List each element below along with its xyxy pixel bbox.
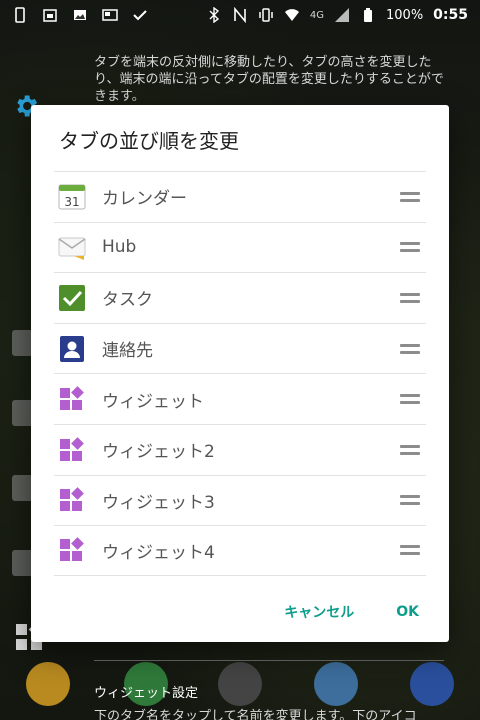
calendar-icon-text: 31	[64, 195, 79, 209]
drag-handle-icon[interactable]	[400, 191, 420, 202]
tasks-check-icon	[59, 284, 85, 311]
list-item[interactable]: タスク	[54, 272, 426, 323]
battery-percent: 100%	[386, 7, 424, 23]
nfc-icon	[234, 7, 246, 23]
bluetooth-icon	[209, 7, 219, 23]
contacts-icon	[60, 335, 84, 362]
list-item[interactable]: 連絡先	[54, 322, 426, 374]
list-item[interactable]: 31 カレンダー	[54, 171, 426, 222]
news-icon	[102, 9, 118, 21]
widget-icon	[60, 487, 84, 512]
drag-handle-icon[interactable]	[400, 545, 420, 556]
widget-icon	[60, 537, 84, 562]
cancel-button[interactable]: キャンセル	[284, 602, 354, 622]
image-icon	[74, 10, 86, 20]
phone-icon	[15, 7, 25, 23]
widget-icon	[60, 436, 84, 461]
tab-label: ウィジェット3	[102, 492, 215, 513]
widget-icon	[60, 386, 84, 411]
list-item[interactable]: ウィジェット2	[54, 423, 426, 475]
battery-icon	[364, 8, 372, 22]
list-item[interactable]: ウィジェット3	[54, 474, 426, 526]
list-item[interactable]: Hub	[54, 221, 426, 273]
signal-icon	[335, 8, 349, 22]
dock-play-icon	[314, 662, 358, 706]
check-notif-icon	[133, 10, 147, 21]
drag-handle-icon[interactable]	[400, 394, 420, 405]
dock-duo-icon	[410, 662, 454, 706]
tab-label: カレンダー	[102, 189, 187, 210]
tab-label: ウィジェット4	[102, 542, 215, 563]
dialog-actions: キャンセル OK	[31, 582, 449, 642]
dialog-title: タブの並び順を変更	[59, 129, 239, 153]
drag-handle-icon[interactable]	[400, 292, 420, 303]
calendar-icon: 31	[58, 184, 86, 210]
tab-label: 連絡先	[102, 341, 153, 362]
hub-mail-icon	[58, 237, 86, 261]
dock-apps-icon	[218, 662, 262, 706]
ok-button[interactable]: OK	[396, 604, 419, 620]
background-divider	[94, 660, 444, 661]
vibrate-icon	[259, 8, 273, 22]
dock-chrome-icon	[26, 662, 70, 706]
list-item[interactable]: ウィジェット	[54, 373, 426, 424]
tab-label: タスク	[102, 290, 153, 311]
drag-handle-icon[interactable]	[400, 444, 420, 455]
drag-handle-icon[interactable]	[400, 242, 420, 253]
tab-order-list: 31 カレンダー Hub タスク 連絡先 ウィジェット ウィジェット2 ウィジェ…	[54, 171, 426, 576]
calendar-notif-icon	[43, 9, 57, 22]
clock: 0:55	[433, 7, 468, 23]
background-description: タブを端末の反対側に移動したり、タブの高さを変更したり、端末の端に沿ってタブの配…	[94, 55, 444, 104]
background-section-title: ウィジェット設定	[94, 686, 199, 701]
tab-label: ウィジェット	[102, 391, 204, 412]
tab-label: ウィジェット2	[102, 442, 215, 463]
wifi-icon	[284, 9, 299, 21]
network-type: 4G	[309, 9, 324, 21]
list-item[interactable]: ウィジェット4	[54, 525, 426, 576]
background-section-desc: 下のタブ名をタップして名前を変更します。下のアイコ	[94, 709, 417, 720]
reorder-tabs-dialog: タブの並び順を変更 31 カレンダー Hub タスク 連絡先 ウィジェット ウィ…	[31, 105, 449, 642]
drag-handle-icon[interactable]	[400, 495, 420, 506]
status-bar: 4G 100% 0:55	[0, 0, 480, 30]
tab-label: Hub	[102, 237, 137, 258]
drag-handle-icon[interactable]	[400, 343, 420, 354]
